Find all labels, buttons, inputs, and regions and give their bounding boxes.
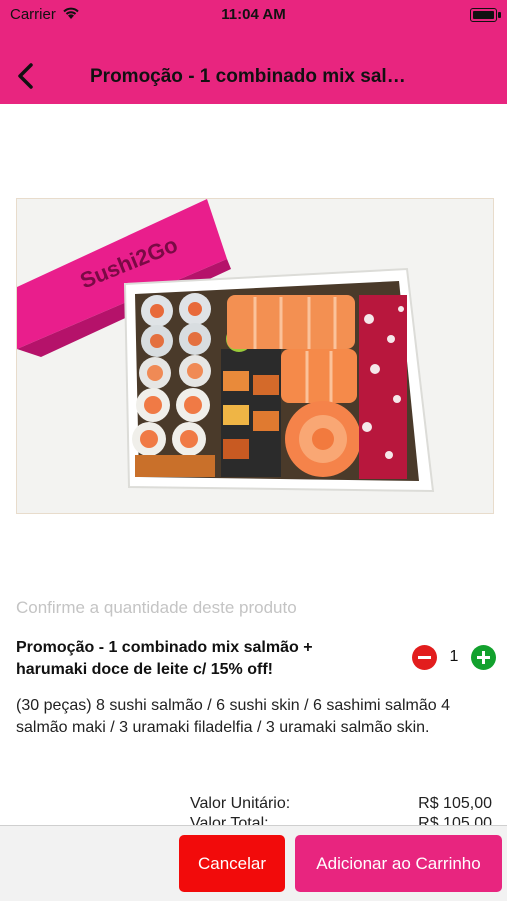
battery-icon <box>470 8 501 22</box>
quantity-value: 1 <box>449 648 459 665</box>
page-title: Promoção - 1 combinado mix salmão + haru… <box>90 66 420 87</box>
back-chevron-icon[interactable] <box>14 62 38 90</box>
navigation-bar: Carrier 11:04 AM Promoção - 1 combinado … <box>0 0 507 104</box>
confirm-quantity-prompt: Confirme a quantidade deste produto <box>16 598 297 617</box>
cancel-button[interactable]: Cancelar <box>179 835 285 892</box>
product-name: Promoção - 1 combinado mix salmão + haru… <box>16 639 313 678</box>
product-description: (30 peças) 8 sushi salmão / 6 sushi skin… <box>16 697 450 736</box>
increase-quantity-button[interactable] <box>471 645 496 670</box>
status-bar: Carrier 11:04 AM <box>0 0 507 30</box>
unit-price-label: Valor Unitário: <box>190 795 291 812</box>
product-image: Sushi2Go <box>16 198 494 514</box>
bottom-action-bar: Cancelar Adicionar ao Carrinho <box>0 825 507 901</box>
add-to-cart-button[interactable]: Adicionar ao Carrinho <box>295 835 502 892</box>
decrease-quantity-button[interactable] <box>412 645 437 670</box>
clock: 11:04 AM <box>221 6 286 23</box>
quantity-stepper: 1 <box>412 645 496 671</box>
sushi-box-illustration: Sushi2Go <box>17 199 493 513</box>
unit-price-value: R$ 105,00 <box>418 795 492 812</box>
